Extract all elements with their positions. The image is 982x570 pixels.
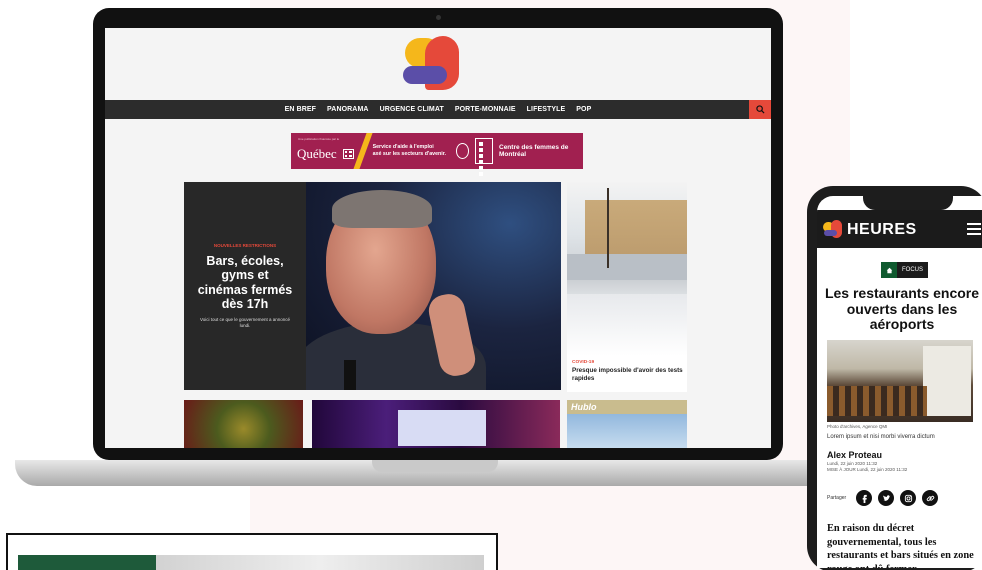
author-name[interactable]: Alex Proteau: [827, 450, 882, 460]
nav-item-panorama[interactable]: PANORAMA: [327, 106, 369, 113]
laptop-base: [15, 460, 845, 486]
search-icon: [755, 105, 765, 114]
nav-item-porte-monnaie[interactable]: PORTE-MONNAIE: [455, 106, 516, 113]
nav-item-urgence-climat[interactable]: URGENCE CLIMAT: [380, 106, 444, 113]
nav-item-en-bref[interactable]: EN BREF: [285, 106, 316, 113]
ad-slash-shape: [353, 133, 374, 169]
update-date: MISE À JOUR Lundi, 22 juin 2020 11:32: [827, 467, 908, 472]
hero-title[interactable]: Bars, écoles, gyms et cinémas fermés dès…: [196, 254, 294, 312]
mobile-header: HEURES: [817, 210, 982, 248]
mobile-brand[interactable]: HEURES: [847, 221, 917, 239]
print-green-block: [18, 555, 156, 570]
side-article-card[interactable]: COVID-19 Presque impossible d'avoir des …: [567, 182, 687, 392]
focus-category[interactable]: FOCUS: [897, 262, 928, 278]
hero-kicker: NOUVELLES RESTRICTIONS: [213, 242, 277, 248]
phone-screen: HEURES FOCUS Les restaurants encore ouve…: [817, 196, 982, 568]
thumbnail-article-1[interactable]: [184, 400, 303, 448]
article-body: En raison du décret gouvernemental, tous…: [827, 523, 974, 568]
instagram-icon[interactable]: [900, 490, 917, 506]
laptop-screen: EN BREF PANORAMA URGENCE CLIMAT PORTE-MO…: [105, 28, 771, 448]
main-nav: EN BREF PANORAMA URGENCE CLIMAT PORTE-MO…: [105, 100, 771, 119]
hero-article[interactable]: NOUVELLES RESTRICTIONS Bars, écoles, gym…: [184, 182, 561, 390]
mockup-stage: EN BREF PANORAMA URGENCE CLIMAT PORTE-MO…: [0, 0, 982, 570]
side-article-photo: [567, 182, 687, 356]
ad-small-text: Une publication financée par le: [298, 137, 340, 141]
share-bar: Partager: [827, 490, 939, 506]
share-label: Partager: [827, 495, 847, 501]
laptop: EN BREF PANORAMA URGENCE CLIMAT PORTE-MO…: [93, 8, 783, 460]
mobile-article-photo: [827, 340, 973, 422]
site-logo[interactable]: [401, 36, 471, 91]
link-icon[interactable]: [922, 490, 939, 506]
thumbnail-article-3[interactable]: Hublo: [567, 400, 687, 448]
ad-line-1: Service d'aide à l'emploi: [372, 144, 434, 151]
thumbnail-article-2[interactable]: [312, 400, 560, 448]
phone-notch: [863, 196, 953, 210]
mobile-article-title: Les restaurants encore ouverts dans les …: [824, 285, 980, 333]
breadcrumb: FOCUS: [881, 262, 928, 278]
hero-description: Voici tout ce que le gouvernement a anno…: [199, 317, 291, 329]
quebec-flag-icon: [342, 148, 355, 159]
article-lead: Lorem ipsum et nisi morbi viverra dictum: [827, 434, 935, 440]
hamburger-menu-icon[interactable]: [967, 223, 981, 235]
ad-centre-text: Centre des femmes de Montréal: [499, 143, 569, 158]
search-button[interactable]: [749, 100, 771, 119]
building-icon: [475, 138, 493, 176]
hero-photo[interactable]: [306, 182, 561, 390]
publish-date: Lundi, 22 juin 2020 11:32: [827, 461, 878, 466]
nav-item-pop[interactable]: POP: [576, 106, 591, 113]
photo-caption: Photo d'archives, Agence QMI: [827, 424, 888, 429]
mobile-logo[interactable]: [823, 220, 843, 238]
nav-item-lifestyle[interactable]: LIFESTYLE: [527, 106, 566, 113]
home-icon[interactable]: [881, 262, 897, 278]
laptop-notch: [372, 460, 498, 472]
side-article-title[interactable]: Presque impossible d'avoir des tests rap…: [572, 367, 684, 383]
facebook-icon[interactable]: [856, 490, 873, 506]
hero-text-panel: NOUVELLES RESTRICTIONS Bars, écoles, gym…: [184, 182, 306, 390]
print-photo-block: [156, 555, 484, 570]
ad-line-2: axé sur les secteurs d'avenir.: [372, 151, 446, 157]
ad-message: Service d'aide à l'emploi axé sur les se…: [373, 144, 451, 158]
ad-quebec-text: Québec: [297, 145, 337, 161]
ad-banner[interactable]: Une publication financée par le Québec S…: [291, 133, 583, 176]
phone: HEURES FOCUS Les restaurants encore ouve…: [807, 186, 982, 570]
hublo-logo: Hublo: [567, 400, 687, 414]
handshake-icon: [456, 143, 470, 159]
print-preview-card: [6, 533, 498, 570]
twitter-icon[interactable]: [878, 490, 895, 506]
side-article-kicker: COVID-19: [572, 360, 595, 365]
camera-icon: [436, 15, 441, 20]
